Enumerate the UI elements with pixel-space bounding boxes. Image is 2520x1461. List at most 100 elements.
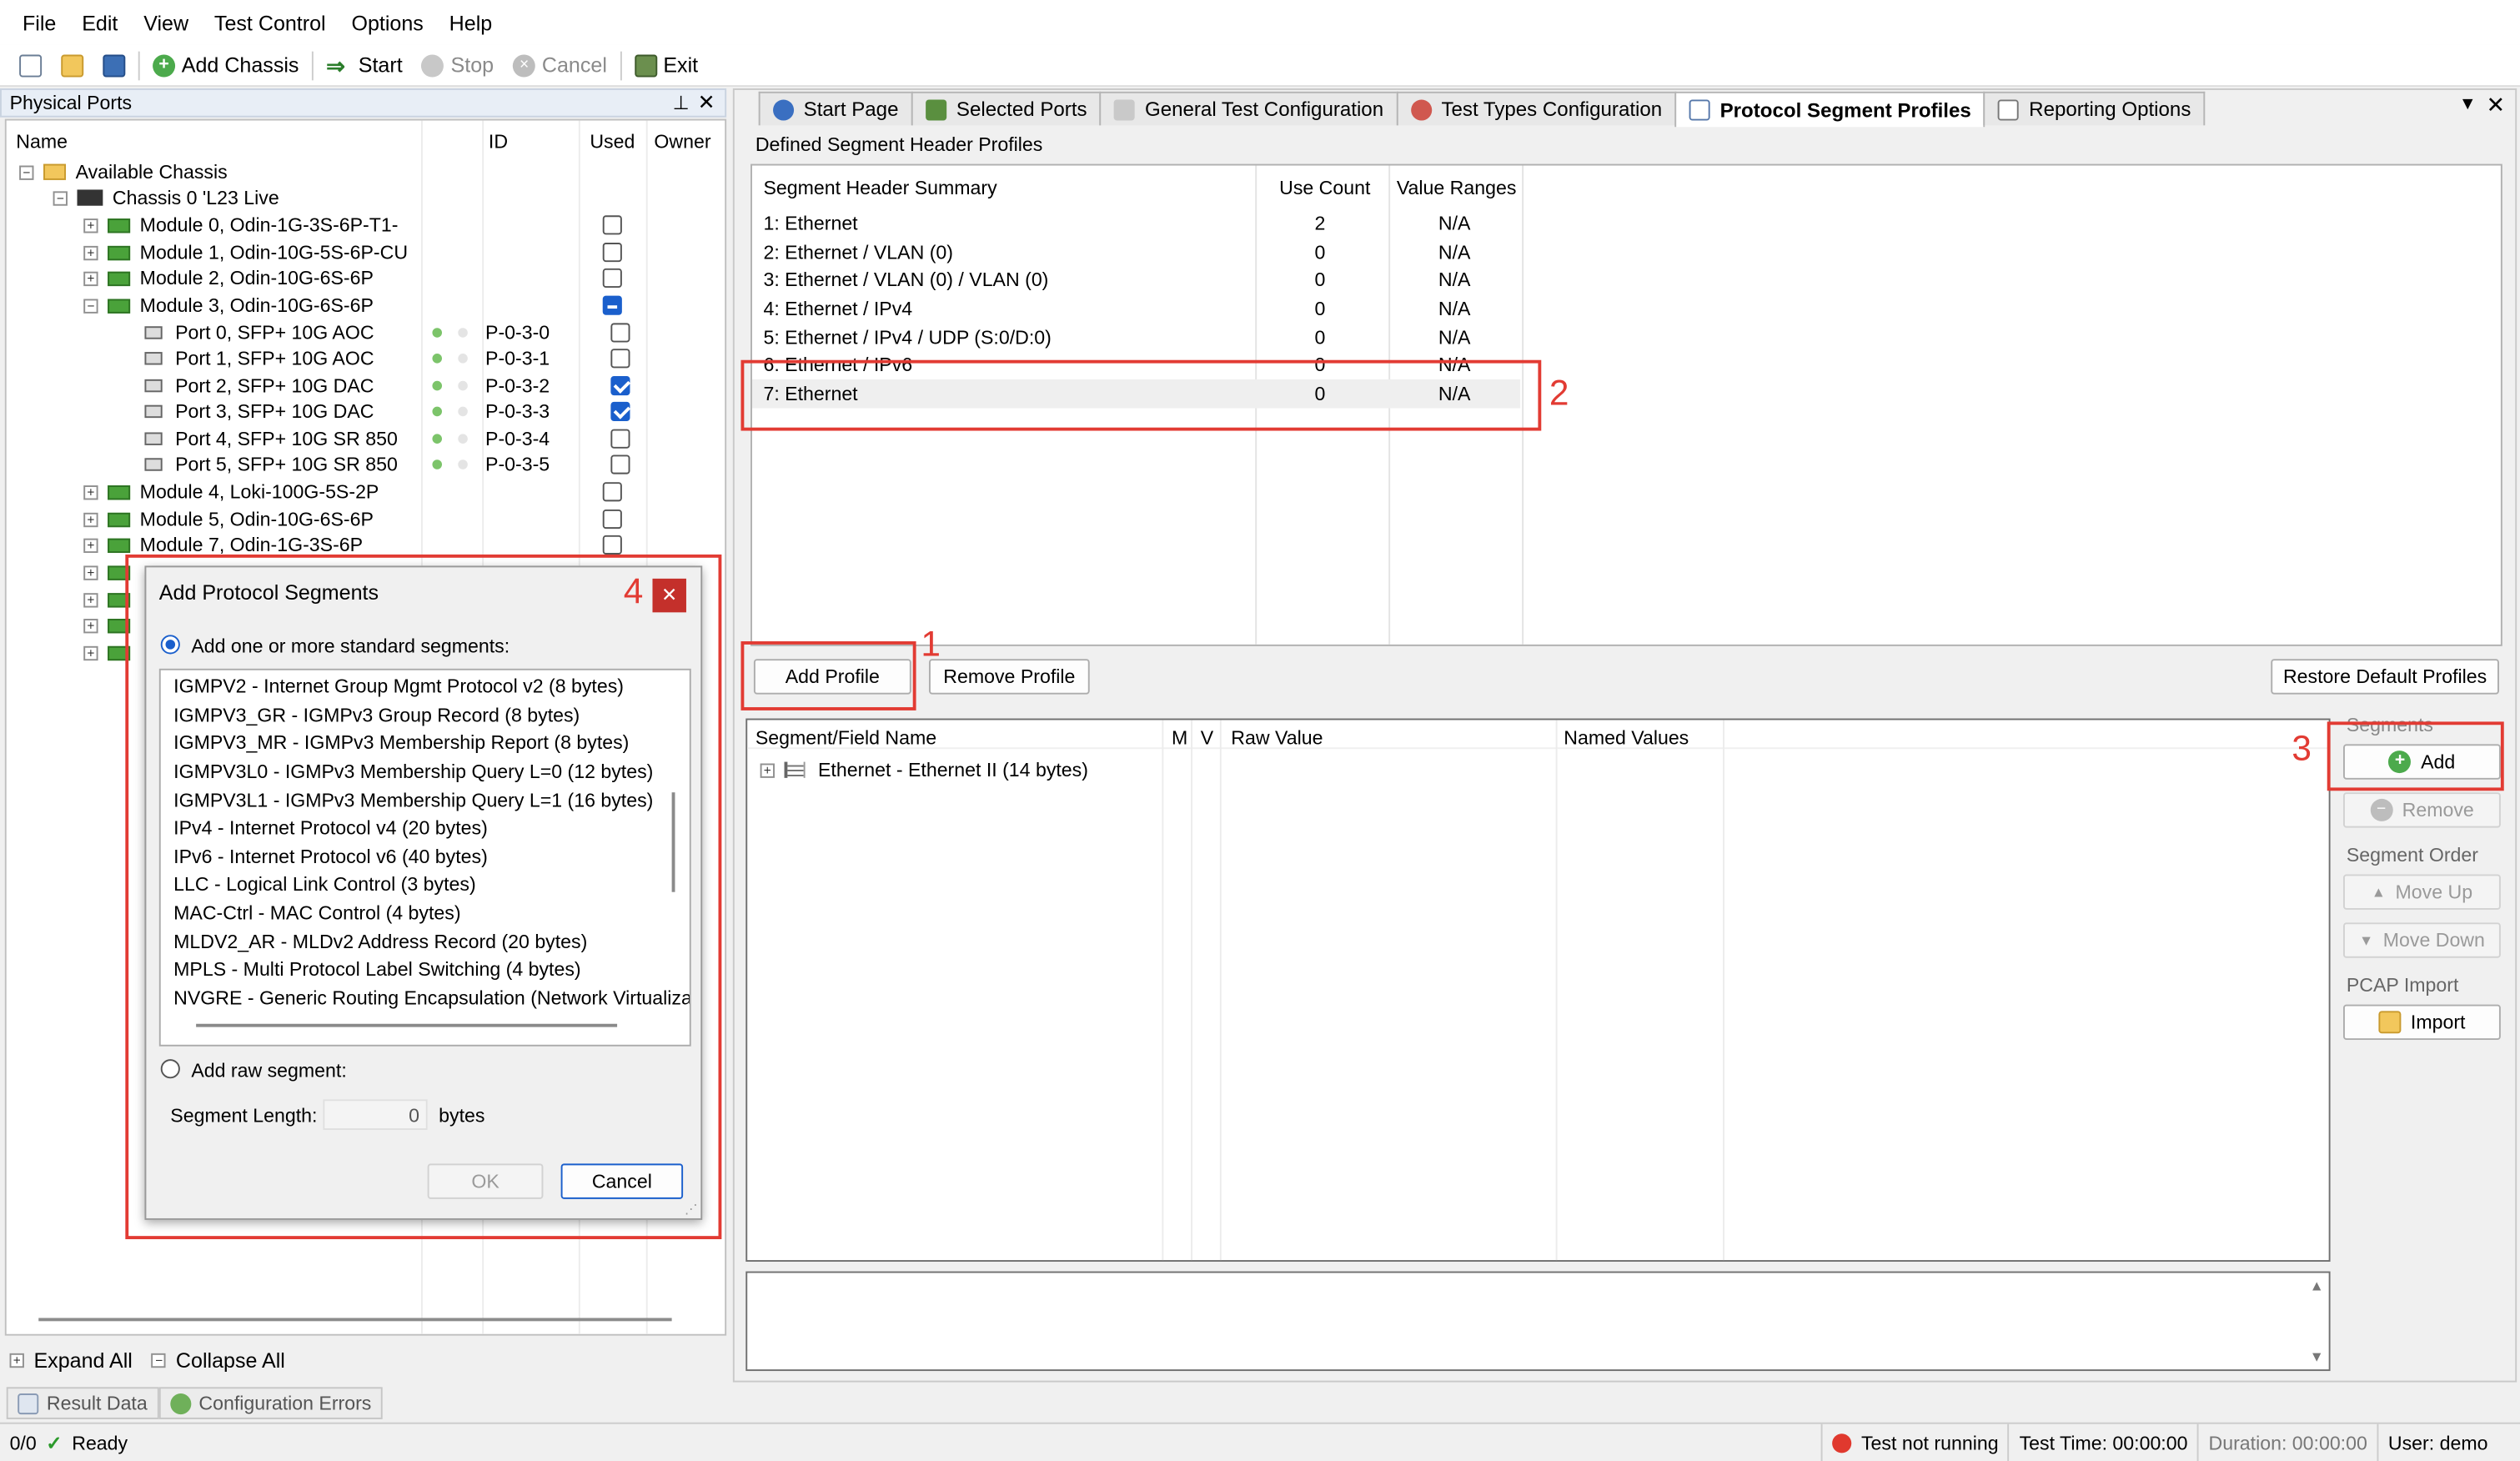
tab-test-types-configuration[interactable]: Test Types Configuration	[1396, 91, 1677, 126]
expand-all-link[interactable]: Expand All	[33, 1348, 132, 1372]
used-checkbox[interactable]	[610, 454, 630, 474]
pin-icon[interactable]: ⊥	[673, 92, 690, 114]
close-panel-icon[interactable]: ✕	[698, 90, 715, 116]
start-button[interactable]: ⇒ Start	[317, 48, 413, 83]
menu-help[interactable]: Help	[436, 11, 505, 35]
tree-node-port[interactable]: Port 3, SFP+ 10G DAC	[144, 399, 374, 424]
tab-reporting-options[interactable]: Reporting Options	[1984, 91, 2206, 126]
new-button[interactable]	[10, 48, 52, 83]
expand-icon[interactable]: +	[83, 592, 98, 607]
tree-node-module[interactable]: − Module 3, Odin-10G-6S-6P	[83, 293, 374, 319]
menu-file[interactable]: File	[10, 11, 69, 35]
tree-node-port[interactable]: Port 1, SFP+ 10G AOC	[144, 345, 374, 371]
profile-row[interactable]: 4: Ethernet / IPv4 0 N/A	[752, 294, 1520, 324]
tree-node-port[interactable]: Port 0, SFP+ 10G AOC	[144, 320, 374, 346]
menu-edit[interactable]: Edit	[69, 11, 131, 35]
used-checkbox-partial[interactable]	[602, 295, 622, 315]
col-use-count-header[interactable]: Use Count	[1279, 177, 1370, 199]
menu-options[interactable]: Options	[339, 11, 436, 35]
col-id-header[interactable]: ID	[489, 130, 508, 153]
open-button[interactable]	[52, 48, 93, 83]
collapse-all-icon[interactable]: −	[152, 1352, 167, 1368]
collapse-icon[interactable]: −	[83, 298, 98, 313]
restore-default-profiles-button[interactable]: Restore Default Profiles	[2271, 659, 2499, 695]
tree-node-module[interactable]: + Module 0, Odin-1G-3S-6P-T1-	[83, 212, 398, 238]
menu-view[interactable]: View	[131, 11, 202, 35]
tree-node-chassis[interactable]: − Chassis 0 'L23 Live	[53, 185, 279, 211]
expand-icon[interactable]: +	[83, 565, 98, 580]
tab-general-test-configuration[interactable]: General Test Configuration	[1099, 91, 1398, 126]
collapse-all-link[interactable]: Collapse All	[176, 1348, 285, 1372]
used-checkbox[interactable]	[602, 509, 622, 530]
tree-node-port[interactable]: Port 5, SFP+ 10G SR 850	[144, 452, 398, 478]
used-checkbox[interactable]	[610, 349, 630, 369]
close-tab-icon[interactable]: ✕	[2487, 92, 2506, 119]
used-checkbox-checked[interactable]	[610, 376, 630, 396]
profile-row[interactable]: 1: Ethernet 2 N/A	[752, 209, 1520, 238]
collapse-icon[interactable]: −	[53, 190, 68, 205]
tree-node-port[interactable]: Port 4, SFP+ 10G SR 850	[144, 426, 398, 452]
tab-start-page[interactable]: Start Page	[758, 91, 913, 126]
expand-icon[interactable]: +	[83, 244, 98, 260]
expand-icon[interactable]: +	[83, 537, 98, 553]
tree-node-module[interactable]: + Module 5, Odin-10G-6S-6P	[83, 506, 374, 532]
tree-node-module[interactable]: + Module 2, Odin-10G-6S-6P	[83, 265, 374, 291]
col-named-values-header[interactable]: Named Values	[1564, 726, 1689, 749]
col-raw-value-header[interactable]: Raw Value	[1231, 726, 1323, 749]
expand-icon[interactable]: +	[83, 511, 98, 527]
used-checkbox[interactable]	[602, 535, 622, 555]
used-checkbox[interactable]	[610, 429, 630, 449]
col-owner-header[interactable]: Owner	[654, 130, 710, 153]
col-value-ranges-header[interactable]: Value Ranges	[1397, 177, 1517, 199]
col-used-header[interactable]: Used	[590, 130, 635, 153]
col-summary-header[interactable]: Segment Header Summary	[763, 177, 996, 199]
horizontal-scrollbar[interactable]	[38, 1318, 672, 1322]
exit-button[interactable]: Exit	[625, 48, 708, 83]
scroll-up-icon[interactable]: ▲	[2310, 1278, 2324, 1293]
tree-node-module[interactable]: + Module 1, Odin-10G-5S-6P-CU	[83, 239, 408, 265]
import-button[interactable]: Import	[2343, 1004, 2501, 1041]
cancel-test-button[interactable]: × Cancel	[504, 48, 617, 83]
expand-all-icon[interactable]: +	[9, 1352, 24, 1368]
move-down-button[interactable]: ▼ Move Down	[2343, 922, 2501, 958]
tab-protocol-segment-profiles[interactable]: Protocol Segment Profiles	[1674, 91, 1986, 128]
profile-row[interactable]: 5: Ethernet / IPv4 / UDP (S:0/D:0) 0 N/A	[752, 323, 1520, 352]
col-v-header[interactable]: V	[1201, 726, 1213, 749]
port-id: P-0-3-5	[485, 453, 550, 476]
used-checkbox[interactable]	[602, 482, 622, 502]
expand-icon[interactable]: +	[83, 645, 98, 660]
col-segment-field-header[interactable]: Segment/Field Name	[755, 726, 936, 749]
used-checkbox[interactable]	[602, 243, 622, 263]
save-button[interactable]	[93, 48, 135, 83]
description-box[interactable]: ▲ ▼	[745, 1271, 2331, 1372]
used-checkbox[interactable]	[602, 215, 622, 235]
expand-icon[interactable]: +	[83, 218, 98, 233]
tree-node-available-chassis[interactable]: − Available Chassis	[19, 159, 228, 185]
add-chassis-button[interactable]: + Add Chassis	[143, 48, 309, 83]
menu-test-control[interactable]: Test Control	[202, 11, 339, 35]
remove-profile-button[interactable]: Remove Profile	[928, 659, 1090, 695]
expand-icon[interactable]: +	[760, 762, 775, 777]
tab-configuration-errors[interactable]: Configuration Errors	[158, 1387, 383, 1419]
remove-segment-button[interactable]: − Remove	[2343, 792, 2501, 828]
tree-node-port[interactable]: Port 2, SFP+ 10G DAC	[144, 373, 374, 399]
profile-row[interactable]: 2: Ethernet / VLAN (0) 0 N/A	[752, 238, 1520, 267]
expand-icon[interactable]: +	[83, 270, 98, 286]
tab-result-data[interactable]: Result Data	[6, 1387, 159, 1419]
profile-row[interactable]: 3: Ethernet / VLAN (0) / VLAN (0) 0 N/A	[752, 265, 1520, 294]
used-checkbox[interactable]	[610, 323, 630, 343]
used-checkbox[interactable]	[602, 268, 622, 289]
scroll-down-icon[interactable]: ▼	[2310, 1348, 2324, 1364]
col-name-header[interactable]: Name	[16, 130, 68, 153]
collapse-icon[interactable]: −	[19, 164, 34, 179]
col-m-header[interactable]: M	[1172, 726, 1187, 749]
used-checkbox-checked[interactable]	[610, 401, 630, 421]
segment-row[interactable]: + Ethernet - Ethernet II (14 bytes)	[760, 757, 1088, 783]
stop-button[interactable]: Stop	[412, 48, 503, 83]
move-up-button[interactable]: ▲ Move Up	[2343, 874, 2501, 910]
tree-node-module[interactable]: + Module 4, Loki-100G-5S-2P	[83, 479, 379, 505]
tab-list-dropdown-icon[interactable]: ▼	[2459, 95, 2477, 114]
tab-selected-ports[interactable]: Selected Ports	[911, 91, 1102, 126]
expand-icon[interactable]: +	[83, 618, 98, 633]
expand-icon[interactable]: +	[83, 484, 98, 500]
